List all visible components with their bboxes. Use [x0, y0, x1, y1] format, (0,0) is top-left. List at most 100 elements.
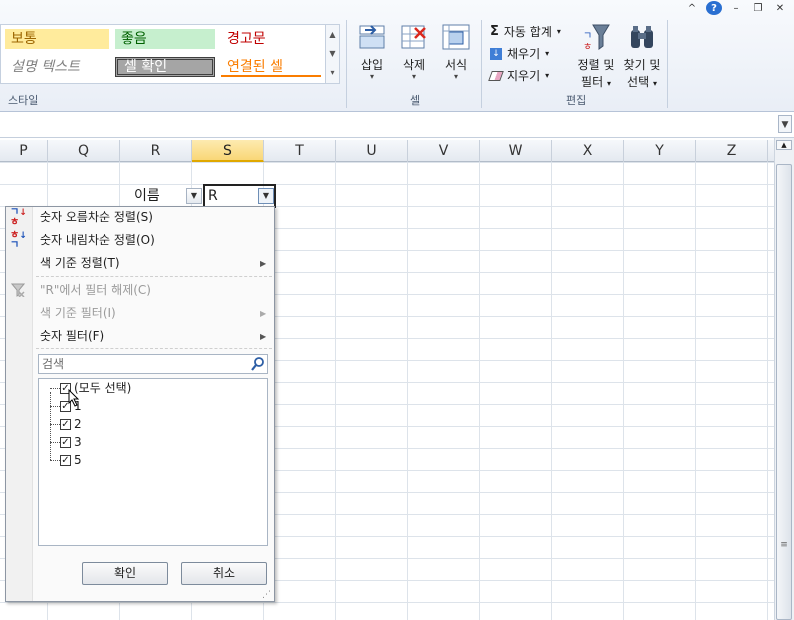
submenu-arrow-icon: ▶	[260, 259, 267, 268]
find-select-button[interactable]: 찾기 및 선택 ▾	[620, 22, 664, 90]
mouse-cursor-icon	[68, 388, 80, 410]
filter-item-2[interactable]: ✓ 2	[60, 415, 82, 433]
sort-filter-icon: ㄱㅎ	[581, 22, 611, 53]
close-icon[interactable]: ✕	[772, 1, 788, 15]
scroll-up-icon[interactable]: ▲	[776, 140, 792, 150]
ribbon-collapse-icon[interactable]: ^	[684, 1, 700, 15]
style-explanatory[interactable]: 설명 텍스트	[5, 57, 109, 77]
filter-item-label: 2	[74, 417, 82, 431]
menu-sort-ascending[interactable]: 숫자 오름차순 정렬(S)	[40, 207, 153, 227]
search-placeholder: 검색	[42, 357, 65, 371]
chevron-down-icon: ▾	[556, 27, 561, 36]
filter-dropdown-s-icon[interactable]: ▼	[258, 188, 274, 204]
group-label-cells: 셀	[410, 94, 421, 107]
grid-column-line	[551, 162, 552, 620]
column-header-p[interactable]: P	[0, 140, 48, 162]
style-warning[interactable]: 경고문	[221, 29, 321, 49]
column-header-w[interactable]: W	[480, 140, 552, 162]
column-header-x[interactable]: X	[552, 140, 624, 162]
autosum-label: 자동 합계	[503, 25, 552, 39]
style-gallery: 보통 좋음 경고문 설명 텍스트 셀 확인 연결된 셀 ▲ ▼ ▾	[0, 24, 340, 84]
filter-item-5[interactable]: ✓ 5	[60, 451, 82, 469]
group-separator	[481, 20, 482, 108]
tree-line	[50, 388, 60, 389]
style-bad[interactable]: 보통	[5, 29, 109, 49]
fill-button[interactable]: ↓ 채우기 ▾	[490, 45, 549, 62]
filter-item-3[interactable]: ✓ 3	[60, 433, 82, 451]
help-icon[interactable]: ?	[706, 1, 722, 15]
insert-cells-icon	[357, 22, 387, 52]
ribbon: ^ ? – ❐ ✕ 보통 좋음 경고문 설명 텍스트 셀 확인 연결된 셀 ▲ ▼…	[0, 0, 794, 112]
window-controls: ^ ? – ❐ ✕	[684, 0, 794, 16]
submenu-arrow-icon: ▶	[260, 309, 267, 318]
tree-line	[50, 442, 60, 443]
sort-filter-button[interactable]: ㄱㅎ 정렬 및 필터 ▾	[574, 22, 618, 90]
column-header-s[interactable]: S	[192, 140, 264, 162]
column-header-y[interactable]: Y	[624, 140, 696, 162]
grid-column-line	[335, 162, 336, 620]
column-header-u[interactable]: U	[336, 140, 408, 162]
menu-sort-by-color[interactable]: 색 기준 정렬(T)	[40, 253, 120, 273]
formula-bar[interactable]: ▼	[0, 112, 794, 138]
clear-button[interactable]: 지우기 ▾	[488, 67, 549, 84]
grip-icon: ≡	[780, 540, 788, 550]
autosum-button[interactable]: Σ 자동 합계 ▾	[490, 23, 561, 40]
menu-filter-by-color: 색 기준 필터(I)	[40, 306, 116, 320]
tree-line	[50, 392, 51, 460]
format-label: 서식	[444, 58, 468, 72]
menu-clear-filter: "R"에서 필터 해제(C)	[40, 283, 151, 297]
group-separator	[667, 20, 668, 108]
filter-dropdown-r-icon[interactable]: ▼	[186, 188, 202, 204]
grid-column-line	[623, 162, 624, 620]
chevron-down-icon: ▾	[411, 72, 416, 81]
column-header-r[interactable]: R	[120, 140, 192, 162]
gallery-scroll[interactable]: ▲ ▼ ▾	[325, 25, 339, 83]
insert-button[interactable]: 삽입 ▾	[354, 22, 390, 81]
style-linked-cell[interactable]: 연결된 셀	[221, 57, 321, 77]
format-button[interactable]: 서식 ▾	[438, 22, 474, 81]
format-cells-icon	[441, 22, 471, 52]
svg-text:ㅎ: ㅎ	[583, 42, 592, 52]
column-header-z[interactable]: Z	[696, 140, 768, 162]
menu-separator	[36, 276, 272, 277]
scroll-thumb[interactable]	[776, 164, 792, 620]
checkbox-checked-icon[interactable]: ✓	[60, 418, 71, 430]
style-good[interactable]: 좋음	[115, 29, 215, 49]
expand-formula-bar-icon[interactable]: ▼	[778, 115, 792, 133]
tree-line	[50, 460, 60, 461]
column-header-v[interactable]: V	[408, 140, 480, 162]
eraser-icon	[488, 70, 504, 81]
cell-r-header[interactable]: 이름	[134, 185, 160, 207]
tree-line	[50, 406, 60, 407]
sort-descending-icon: ㅎ↓ ㄱ	[10, 230, 27, 251]
sort-ascending-icon: ㄱ↓ ㅎ	[10, 207, 27, 228]
restore-icon[interactable]: ❐	[750, 1, 766, 15]
column-header-q[interactable]: Q	[48, 140, 120, 162]
binoculars-icon	[627, 22, 657, 52]
column-header-t[interactable]: T	[264, 140, 336, 162]
menu-sort-descending[interactable]: 숫자 내림차순 정렬(O)	[40, 230, 155, 250]
fill-label: 채우기	[507, 47, 541, 61]
menu-icon-gutter	[6, 207, 33, 601]
filter-item-label: (모두 선택)	[74, 381, 132, 395]
menu-separator	[36, 348, 272, 349]
checkbox-checked-icon[interactable]: ✓	[60, 454, 71, 466]
search-icon[interactable]	[250, 356, 266, 372]
style-check-cell[interactable]: 셀 확인	[115, 57, 215, 77]
chevron-down-icon: ▾	[369, 72, 374, 81]
clear-filter-icon	[10, 283, 26, 300]
find-select-label-1: 찾기 및	[623, 58, 661, 72]
filter-item-label: 5	[74, 453, 82, 467]
checkbox-checked-icon[interactable]: ✓	[60, 436, 71, 448]
sigma-icon: Σ	[490, 24, 499, 39]
ok-button[interactable]: 확인	[82, 562, 168, 585]
minimize-icon[interactable]: –	[728, 1, 744, 15]
resize-grip-icon[interactable]: ⋰	[262, 590, 271, 600]
find-select-label-2: 선택 ▾	[627, 75, 657, 89]
menu-number-filter[interactable]: 숫자 필터(F)	[40, 326, 104, 346]
cancel-button[interactable]: 취소	[181, 562, 267, 585]
delete-button[interactable]: 삭제 ▾	[396, 22, 432, 81]
grid-column-line	[407, 162, 408, 620]
filter-search-input[interactable]: 검색	[38, 354, 268, 374]
group-label-styles: 스타일	[8, 94, 39, 107]
